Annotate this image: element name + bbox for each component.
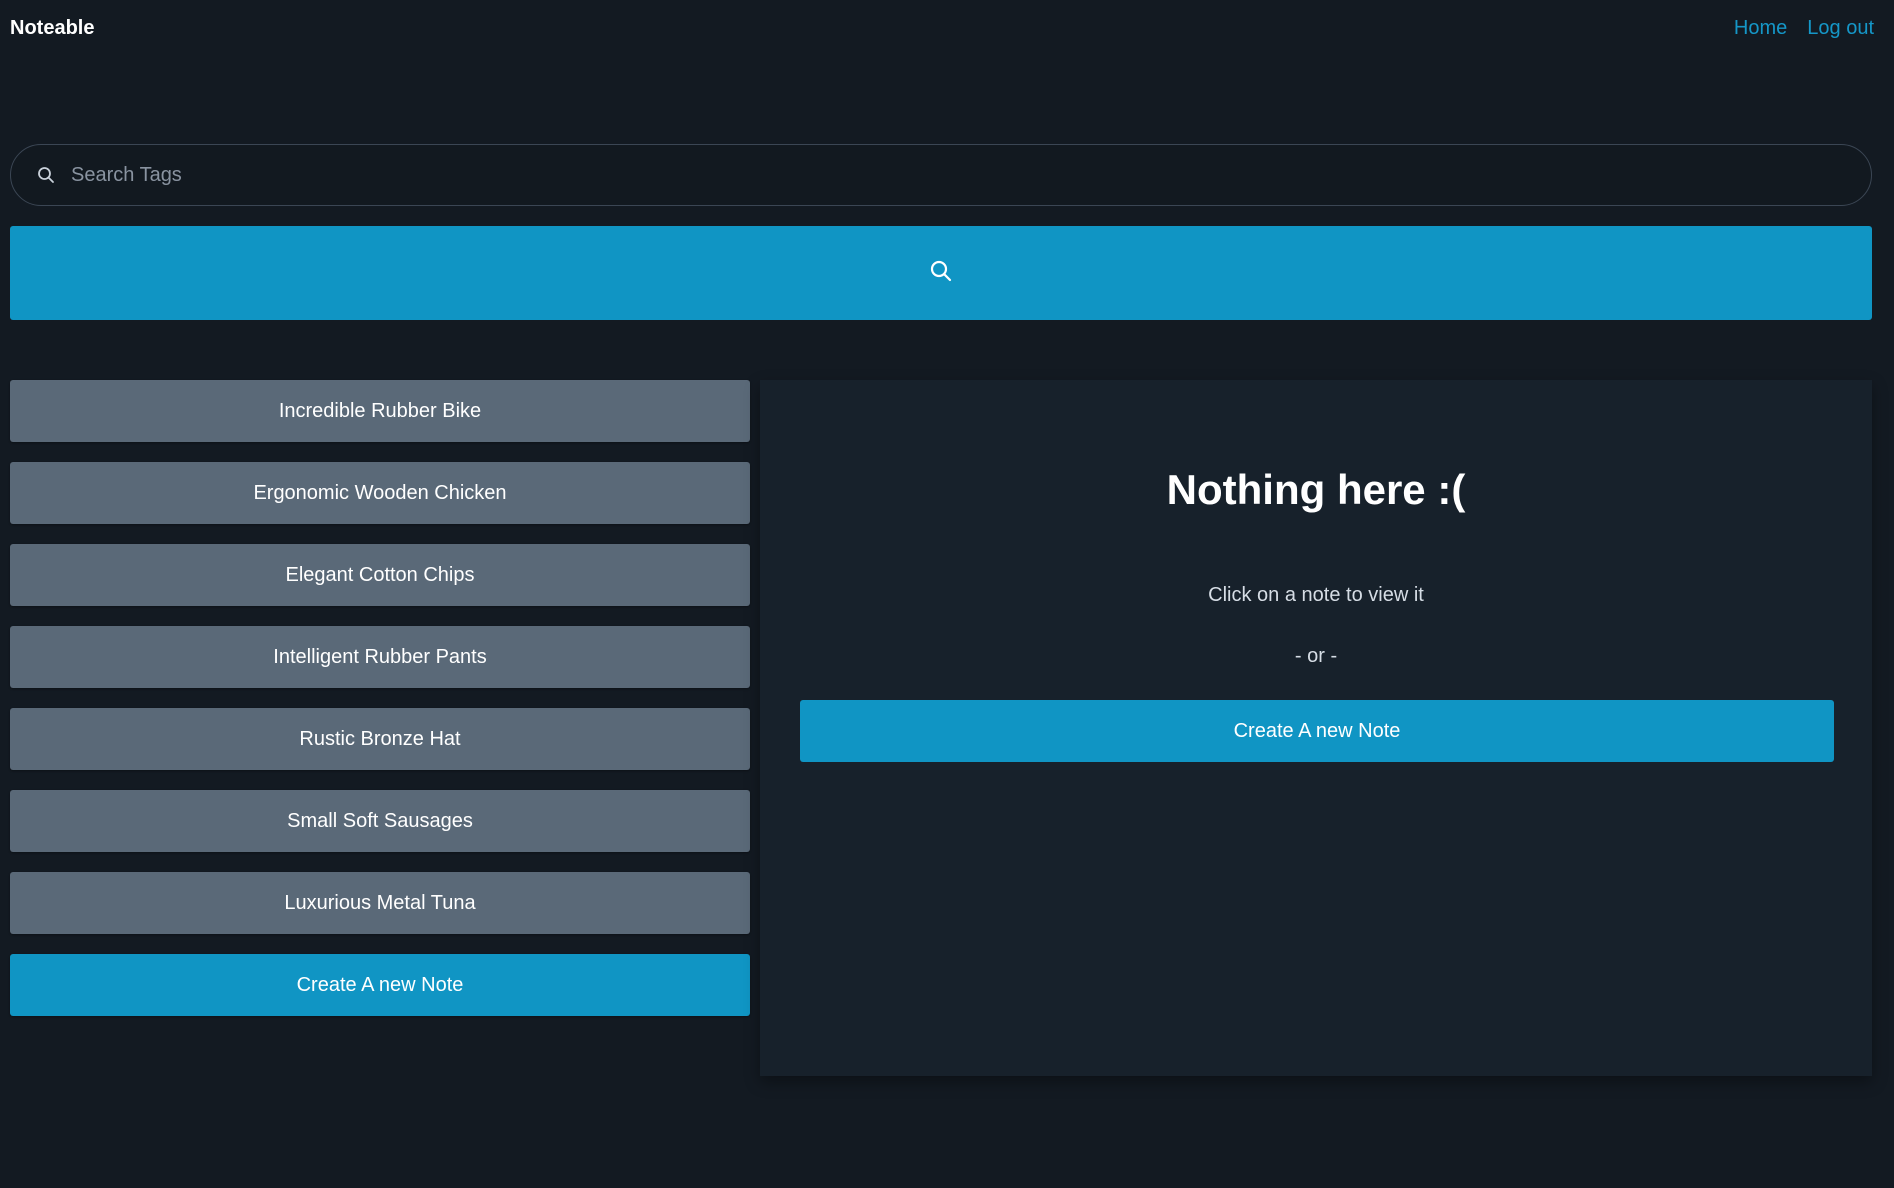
or-divider: - or -: [1294, 645, 1338, 667]
note-item[interactable]: Luxurious Metal Tuna: [10, 872, 750, 934]
search-input[interactable]: [69, 144, 1871, 206]
search-tags-field[interactable]: [10, 144, 1872, 206]
note-item[interactable]: Rustic Bronze Hat: [10, 708, 750, 770]
note-item[interactable]: Elegant Cotton Chips: [10, 544, 750, 606]
home-link[interactable]: Home: [1734, 17, 1787, 40]
notes-list: Incredible Rubber Bike Ergonomic Wooden …: [10, 380, 750, 1036]
logout-link[interactable]: Log out: [1807, 17, 1874, 40]
panel-create-note-button[interactable]: Create A new Note: [800, 700, 1834, 762]
top-navbar: Noteable Home Log out: [0, 0, 1894, 62]
note-viewer-panel: Nothing here :( Click on a note to view …: [760, 380, 1872, 1076]
note-item[interactable]: Incredible Rubber Bike: [10, 380, 750, 442]
note-item[interactable]: Ergonomic Wooden Chicken: [10, 462, 750, 524]
brand-logo[interactable]: Noteable: [10, 17, 94, 40]
empty-state-title: Nothing here :(: [1166, 466, 1466, 513]
empty-state-hint: Click on a note to view it: [1208, 584, 1424, 606]
nav-links: Home Log out: [1734, 17, 1874, 40]
note-item[interactable]: Small Soft Sausages: [10, 790, 750, 852]
search-icon: [35, 164, 57, 186]
note-item[interactable]: Intelligent Rubber Pants: [10, 626, 750, 688]
search-button[interactable]: [10, 226, 1872, 320]
create-note-button[interactable]: Create A new Note: [10, 954, 750, 1016]
search-icon: [929, 259, 953, 288]
